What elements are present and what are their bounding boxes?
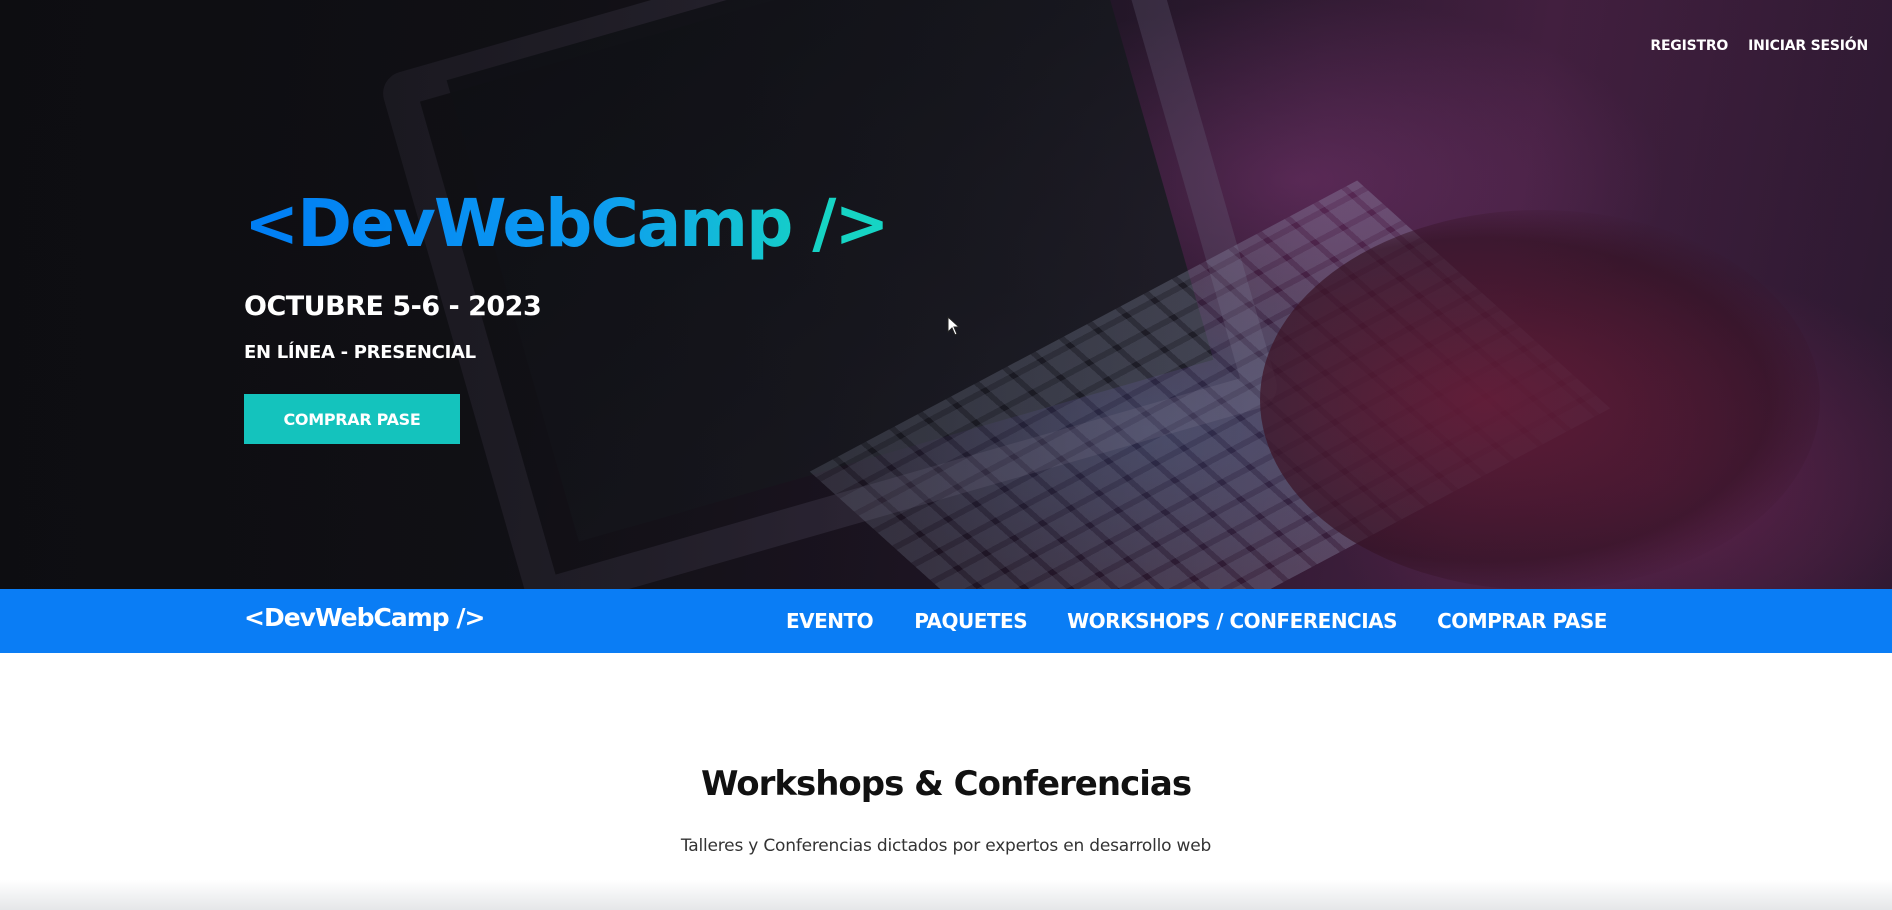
navbar-logo[interactable]: <DevWebCamp />	[244, 603, 485, 632]
buy-pass-button[interactable]: COMPRAR PASE	[244, 394, 460, 444]
mouse-pointer-icon	[947, 316, 961, 336]
event-mode: EN LÍNEA - PRESENCIAL	[244, 342, 476, 363]
section-subtitle: Talleres y Conferencias dictados por exp…	[680, 836, 1212, 856]
section-title: Workshops & Conferencias	[700, 764, 1192, 804]
hero-section: REGISTRO INICIAR SESIÓN <DevWebCamp /> O…	[0, 0, 1892, 589]
hero-background-hand	[1260, 210, 1820, 589]
navbar-links: EVENTO PAQUETES WORKSHOPS / CONFERENCIAS…	[786, 609, 1607, 633]
nav-link-evento[interactable]: EVENTO	[786, 609, 874, 633]
main-navbar: <DevWebCamp /> EVENTO PAQUETES WORKSHOPS…	[0, 589, 1892, 653]
nav-link-paquetes[interactable]: PAQUETES	[914, 609, 1027, 633]
section-bottom-fade	[0, 880, 1892, 910]
nav-link-comprar-pase[interactable]: COMPRAR PASE	[1437, 609, 1607, 633]
event-date: OCTUBRE 5-6 - 2023	[244, 291, 542, 322]
login-link[interactable]: INICIAR SESIÓN	[1748, 38, 1868, 54]
nav-link-workshops[interactable]: WORKSHOPS / CONFERENCIAS	[1067, 609, 1397, 633]
account-links: REGISTRO INICIAR SESIÓN	[1650, 38, 1868, 54]
hero-logo[interactable]: <DevWebCamp />	[244, 185, 890, 263]
hero-content: <DevWebCamp /> OCTUBRE 5-6 - 2023 EN LÍN…	[244, 185, 890, 444]
hero-background-keyboard	[809, 180, 1611, 589]
workshops-section: Workshops & Conferencias Talleres y Conf…	[0, 653, 1892, 910]
register-link[interactable]: REGISTRO	[1650, 38, 1728, 54]
